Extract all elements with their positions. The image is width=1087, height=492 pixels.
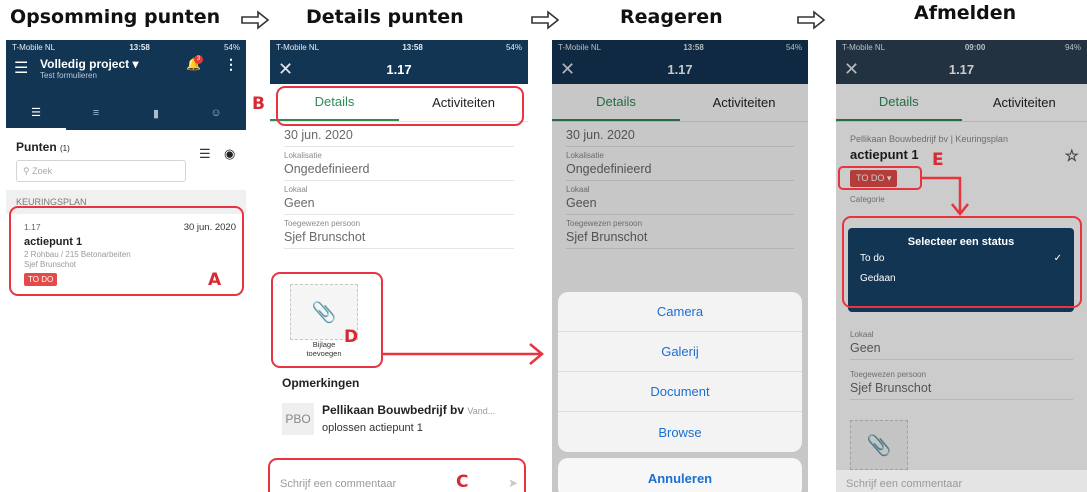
flow-arrow-icon <box>797 10 826 30</box>
localisation-value[interactable]: Ongedefinieerd <box>284 160 514 181</box>
close-icon[interactable]: ✕ <box>278 60 298 78</box>
flow-arrow-icon <box>241 10 270 30</box>
room-label: Lokaal <box>284 185 308 194</box>
notification-badge: 3 <box>194 55 203 64</box>
cancel-button[interactable]: Annuleren <box>558 458 802 492</box>
point-number: 1.17 <box>386 61 412 77</box>
status-bar: T-Mobile NL 13:58 54% <box>270 40 528 54</box>
more-options-icon[interactable]: ⋮ <box>224 56 238 73</box>
remarks-title: Opmerkingen <box>282 376 360 390</box>
annotation-label-d: D <box>344 327 359 347</box>
point-date: 30 jun. 2020 <box>284 126 514 147</box>
heading-respond: Reageren <box>620 6 723 28</box>
status-bar: T-Mobile NL 13:58 54% <box>6 40 246 54</box>
annotation-label-a: A <box>208 270 222 290</box>
app-header: ☰ Volledig project ▾ Test formulieren 🔔 … <box>6 54 246 130</box>
comment-author: Pellikaan Bouwbedrijf bv Vand... <box>322 403 496 417</box>
clock: 13:58 <box>129 42 150 52</box>
flow-arrow-icon <box>922 176 969 217</box>
annotation-label-b: B <box>252 94 265 114</box>
search-input[interactable]: ⚲ Zoek <box>16 160 186 182</box>
tab-list-icon[interactable]: ☰ <box>6 96 66 130</box>
flow-arrow-icon <box>382 343 544 365</box>
annotation-label-c: C <box>456 472 469 492</box>
action-sheet: Camera Galerij Document Browse <box>558 292 802 452</box>
status-filter-icon[interactable]: ◉ <box>224 146 235 162</box>
tab-checklist-icon[interactable]: ≡ <box>66 96 126 130</box>
annotation-frame-b <box>276 86 524 126</box>
document-button[interactable]: Document <box>558 372 802 412</box>
screen-respond: T-Mobile NL 13:58 54% ✕ 1.17 Details Act… <box>552 40 808 492</box>
nav-bar: ✕ 1.17 <box>270 54 528 84</box>
heading-signoff: Afmelden <box>914 2 1017 24</box>
heading-details: Details punten <box>306 6 464 28</box>
annotation-frame-e <box>838 166 922 190</box>
battery: 54% <box>223 42 240 52</box>
carrier: T-Mobile NL <box>12 42 56 52</box>
tab-document-icon[interactable]: ▮ <box>126 96 186 130</box>
project-title[interactable]: Volledig project ▾ <box>40 57 138 71</box>
gallery-button[interactable]: Galerij <box>558 332 802 372</box>
carrier: T-Mobile NL <box>276 42 320 52</box>
hamburger-menu-icon[interactable]: ☰ <box>14 58 28 78</box>
annotation-frame-status <box>842 216 1082 308</box>
clock: 13:58 <box>402 42 423 52</box>
localisation-label: Lokalisatie <box>284 151 322 160</box>
avatar: PBO <box>282 403 314 435</box>
flow-arrow-icon <box>531 10 560 30</box>
annotation-label-e: E <box>932 150 944 170</box>
annotation-frame-c <box>268 458 526 492</box>
room-value[interactable]: Geen <box>284 194 514 215</box>
main-tabs: ☰ ≡ ▮ ☺ <box>6 96 246 130</box>
project-subtitle: Test formulieren <box>40 71 97 80</box>
heading-overview: Opsomming punten <box>10 6 221 28</box>
assignee-value[interactable]: Sjef Brunschot <box>284 228 514 249</box>
annotation-frame-d <box>271 272 383 368</box>
battery: 54% <box>505 42 522 52</box>
comment-text: oplossen actiepunt 1 <box>322 422 423 434</box>
browse-button[interactable]: Browse <box>558 412 802 452</box>
camera-button[interactable]: Camera <box>558 292 802 332</box>
comment-input[interactable]: Schrijf een commentaar <box>836 470 1087 492</box>
assignee-label: Toegewezen persoon <box>284 219 361 228</box>
filter-icon[interactable]: ☰ <box>199 146 211 162</box>
tab-people-icon[interactable]: ☺ <box>186 96 246 130</box>
